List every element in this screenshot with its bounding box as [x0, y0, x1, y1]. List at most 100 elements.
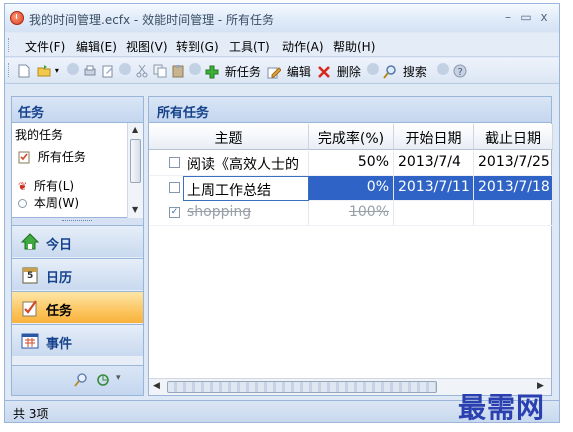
delete-x-icon — [318, 65, 330, 78]
menu-action[interactable]: 动作(A) — [282, 38, 324, 55]
hscroll-thumb[interactable] — [167, 381, 437, 393]
new-document-button[interactable] — [17, 63, 31, 79]
task-checkbox-checked[interactable]: ✓ — [169, 207, 180, 218]
task-subject-cell: ✓ shopping — [149, 201, 309, 226]
nav-events[interactable]: 事件 — [12, 324, 143, 356]
maximize-button[interactable]: ▭ — [519, 10, 533, 24]
disabled-icon — [119, 63, 131, 75]
edit-pencil-icon — [267, 66, 281, 78]
nav-calendar-label: 日历 — [46, 271, 73, 286]
disabled-icon — [67, 63, 79, 75]
folder-list-scrollbar[interactable]: ▲ ▼ — [127, 123, 143, 218]
task-percent: 50% — [309, 151, 394, 176]
edit-label: 编辑 — [286, 65, 311, 79]
print-button[interactable] — [83, 63, 97, 79]
task-subject[interactable]: 上周工作总结 — [183, 176, 309, 201]
scroll-thumb[interactable] — [130, 139, 141, 183]
menu-help[interactable]: 帮助(H) — [333, 38, 375, 55]
pane-splitter[interactable] — [12, 218, 143, 225]
folder-all-tasks-label: 所有任务 — [37, 150, 86, 164]
dropdown-arrow-icon: ▾ — [54, 66, 59, 75]
copy-icon — [153, 64, 167, 77]
configure-buttons-icon[interactable]: ▾ — [116, 373, 121, 383]
nav-calendar[interactable]: 5 日历 — [12, 258, 143, 290]
task-percent: 100% — [309, 201, 394, 226]
calendar-day-number: 5 — [27, 271, 34, 281]
scroll-left-icon[interactable]: ◀ — [153, 381, 160, 391]
task-subject-cell: 上周工作总结 — [149, 176, 309, 201]
minimize-button[interactable]: – — [501, 10, 515, 24]
nav-today-label: 今日 — [46, 238, 73, 253]
help-button[interactable]: ? — [453, 63, 467, 79]
table-row[interactable]: ✓ shopping 100% — [149, 201, 553, 226]
disabled-tool-1 — [67, 63, 79, 79]
menu-bar: 文件(F) 编辑(E) 视图(V) 转到(G) 工具(T) 动作(A) 帮助(H… — [5, 33, 559, 57]
scroll-up-icon[interactable]: ▲ — [132, 125, 138, 134]
menu-file[interactable]: 文件(F) — [25, 38, 65, 55]
new-task-button[interactable]: 新任务 — [205, 63, 261, 79]
task-list-icon — [18, 151, 30, 164]
nav-tasks[interactable]: 任务 — [12, 291, 143, 323]
folder-my-tasks[interactable]: 我的任务 — [15, 126, 63, 143]
menu-view[interactable]: 视图(V) — [126, 38, 168, 55]
task-start-date — [394, 201, 474, 226]
edit-doc-button[interactable] — [101, 63, 115, 79]
column-due-date[interactable]: 截止日期 — [474, 124, 553, 150]
task-checkbox[interactable] — [169, 157, 180, 168]
toolbar-grip — [8, 63, 11, 77]
nav-today[interactable]: 今日 — [12, 225, 143, 257]
menu-tools[interactable]: 工具(T) — [229, 38, 270, 55]
open-folder-icon — [37, 64, 51, 76]
print-icon — [84, 65, 96, 75]
task-subject: shopping — [187, 204, 252, 220]
task-percent-value: 100% — [348, 204, 389, 220]
column-subject[interactable]: 主题 — [149, 124, 309, 150]
menu-goto[interactable]: 转到(G) — [176, 38, 219, 55]
disabled-tool-5 — [437, 63, 449, 79]
svg-text:?: ? — [458, 67, 463, 78]
today-icon — [20, 233, 40, 250]
nav-pane-footer: ▾ — [12, 365, 143, 395]
task-icon — [22, 300, 37, 317]
task-checkbox[interactable] — [169, 182, 180, 193]
task-subject: 阅读《高效人士的 — [187, 157, 299, 173]
nav-options-icon[interactable] — [96, 373, 110, 387]
scroll-down-icon[interactable]: ▼ — [132, 205, 138, 214]
task-folder-list: 我的任务 所有任务 ❦ 所有(L) 本周(W) ▲ ▼ — [12, 123, 143, 218]
plus-icon — [205, 65, 219, 78]
copy-button[interactable] — [153, 63, 167, 79]
search-button[interactable]: 搜索 — [383, 63, 427, 79]
disabled-icon — [189, 63, 201, 75]
edit-button[interactable]: 编辑 — [267, 63, 311, 79]
task-percent: 0% — [309, 176, 394, 201]
task-due-date — [474, 201, 553, 226]
filter-all[interactable]: ❦ 所有(L) — [18, 177, 74, 194]
menu-edit[interactable]: 编辑(E) — [76, 38, 117, 55]
radio-icon — [18, 199, 27, 208]
column-start-date[interactable]: 开始日期 — [394, 124, 474, 150]
disabled-icon — [367, 63, 379, 75]
cut-button[interactable] — [135, 63, 149, 79]
search-small-icon[interactable] — [74, 373, 88, 387]
open-folder-button[interactable]: ▾ — [37, 63, 59, 79]
new-document-icon — [18, 64, 30, 77]
close-button[interactable]: x — [537, 10, 551, 24]
filter-this-week-label: 本周(W) — [33, 196, 80, 210]
column-percent-complete[interactable]: 完成率(%) — [309, 124, 394, 150]
paste-icon — [172, 64, 184, 77]
menu-grip — [8, 38, 11, 52]
task-due-date: 2013/7/25 — [474, 151, 553, 176]
paste-button[interactable] — [171, 63, 185, 79]
delete-button[interactable]: 删除 — [317, 63, 361, 79]
task-subject-cell: 阅读《高效人士的 — [149, 151, 309, 176]
filter-this-week[interactable]: 本周(W) — [18, 194, 79, 211]
help-icon: ? — [453, 64, 467, 78]
folder-all-tasks[interactable]: 所有任务 — [18, 148, 86, 165]
table-row[interactable]: 上周工作总结 0% 2013/7/11 2013/7/18 — [149, 176, 553, 201]
table-row[interactable]: 阅读《高效人士的 50% 2013/7/4 2013/7/25 — [149, 151, 553, 176]
edit-document-icon — [102, 65, 113, 77]
navigation-pane: 任务 我的任务 所有任务 ❦ 所有(L) 本周(W) ▲ ▼ 今日 5 日历 任… — [11, 96, 144, 396]
delete-label: 删除 — [336, 65, 361, 79]
title-bar: 我的时间管理.ecfx - 效能时间管理 - 所有任务 – ▭ x — [5, 4, 559, 32]
nav-pane-title: 任务 — [12, 97, 143, 123]
